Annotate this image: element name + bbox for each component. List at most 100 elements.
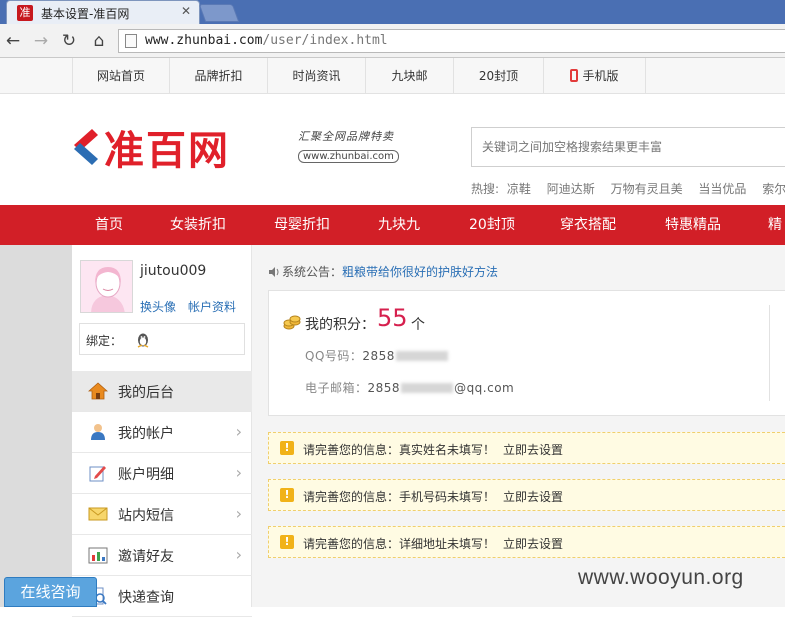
browser-tabstrip: 准 基本设置-准百网 ✕ [0,0,785,24]
menu-label: 邀请好友 [118,549,174,565]
bind-box: 绑定： [79,323,245,355]
nav-20cap[interactable]: 20封顶 [469,205,515,245]
hot-label: 热搜: [471,182,500,196]
toplink-brand[interactable]: 品牌折扣 [170,58,268,94]
toplink-nine[interactable]: 九块邮 [366,58,454,94]
menu-label: 快递查询 [118,590,174,606]
search-input[interactable] [472,128,785,166]
hot-word[interactable]: 当当优品 [698,182,746,196]
hot-word[interactable]: 索尔诺 [762,182,785,196]
url-host: www.zhunbai.com [145,33,263,48]
logo-mark-icon [74,129,98,165]
nav-women[interactable]: 女装折扣 [170,205,226,245]
hot-word[interactable]: 阿迪达斯 [547,182,595,196]
toplink-20cap[interactable]: 20封顶 [454,58,544,94]
nav-deals[interactable]: 特惠精品 [665,205,721,245]
sidebar-item-messages[interactable]: 站内短信 › [72,494,252,535]
home-icon[interactable]: ⌂ [88,30,110,52]
chevron-right-icon: › [235,504,242,523]
nav-nine[interactable]: 九块九 [378,205,420,245]
sidebar-item-invite[interactable]: 邀请好友 › [72,535,252,576]
points-label: 我的积分： [305,317,375,333]
top-links-bar: 网站首页 品牌折扣 时尚资讯 九块邮 20封顶 手机版 [0,58,785,94]
menu-label: 账户明细 [118,467,174,483]
user-icon [91,424,105,440]
new-tab-button[interactable] [198,4,240,22]
qq-label: QQ号码： [305,349,363,363]
site-logo[interactable]: 准百网 [70,122,230,174]
alert-text: 请完善您的信息：真实姓名未填写！ [303,443,496,457]
setup-link[interactable]: 立即去设置 [503,490,563,504]
sidebar-item-account[interactable]: 我的帐户 › [72,412,252,453]
alert-text: 请完善您的信息：手机号码未填写！ [303,490,496,504]
setup-link[interactable]: 立即去设置 [503,537,563,551]
user-sidebar: jiutou009 换头像 帐户资料 绑定： 我的后台 我的帐户 › 账户明细 … [72,245,252,617]
online-consult-button[interactable]: 在线咨询 [4,577,97,607]
alert-message: 请完善您的信息：真实姓名未填写！ 立即去设置 [303,441,563,458]
bind-label: 绑定： [86,334,123,348]
points-unit: 个 [411,317,425,333]
email-label: 电子邮箱： [305,381,368,395]
reload-icon[interactable]: ↻ [58,30,80,52]
sidebar-item-express[interactable]: 快递查询 [72,576,252,617]
nav-home[interactable]: 首页 [95,205,123,245]
qq-line: QQ号码：2858 [305,347,449,364]
qq-penguin-icon[interactable] [136,332,150,348]
alert-message: 请完善您的信息：详细地址未填写！ 立即去设置 [303,535,563,552]
phone-icon [570,69,579,82]
sidebar-menu: 我的后台 我的帐户 › 账户明细 › 站内短信 › 邀请好友 › 快递查询 [72,371,252,617]
nav-baby[interactable]: 母婴折扣 [274,205,330,245]
mail-icon [88,507,108,521]
redacted-blur [395,351,448,361]
back-arrow-icon[interactable]: ← [2,30,24,52]
chevron-right-icon: › [235,422,242,441]
slogan-url: www.zhunbai.com [298,150,399,163]
warning-icon: ! [280,441,294,455]
site-header: 准百网 汇聚全网品牌特卖 www.zhunbai.com 热搜: 凉鞋 阿迪达斯… [0,94,785,205]
avatar[interactable] [80,260,133,313]
forward-arrow-icon[interactable]: → [30,30,52,52]
toplink-label: 时尚资讯 [292,69,341,83]
alert-phone: ! 请完善您的信息：手机号码未填写！ 立即去设置 [268,479,785,511]
warning-icon: ! [280,535,294,549]
hot-word[interactable]: 万物有灵且美 [611,182,683,196]
main-nav: 首页 女装折扣 母婴折扣 九块九 20封顶 穿衣搭配 特惠精品 精彩 [0,205,785,245]
toplink-mobile[interactable]: 手机版 [544,58,646,94]
setup-link[interactable]: 立即去设置 [503,443,563,457]
account-info-link[interactable]: 帐户资料 [188,298,236,315]
slogan-text: 汇聚全网品牌特卖 [298,130,394,143]
url-path: /user/index.html [262,33,388,48]
browser-tab[interactable]: 准 基本设置-准百网 ✕ [6,0,200,24]
divider [769,305,770,401]
edit-icon [89,466,106,482]
slogan: 汇聚全网品牌特卖 www.zhunbai.com [298,128,408,163]
notice-link[interactable]: 粗粮带给你很好的护肤好方法 [342,265,498,279]
email-suffix: @qq.com [454,381,515,395]
chevron-right-icon: › [235,545,242,564]
hot-word[interactable]: 凉鞋 [507,182,531,196]
sidebar-item-dashboard[interactable]: 我的后台 [72,371,252,412]
toplink-label: 20封顶 [478,69,519,83]
toplink-fashion[interactable]: 时尚资讯 [268,58,366,94]
close-icon[interactable]: ✕ [181,4,191,18]
tab-title: 基本设置-准百网 [41,7,130,21]
toplink-home[interactable]: 网站首页 [72,58,170,94]
points-card: 我的积分： 55 个 QQ号码：2858 电子邮箱：2858 @qq.com [268,290,785,416]
speaker-icon [269,267,279,277]
logo-text: 准百网 [104,127,230,174]
system-notice: 系统公告：粗粮带给你很好的护肤好方法 [268,263,498,280]
hot-searches: 热搜: 凉鞋 阿迪达斯 万物有灵且美 当当优品 索尔诺 [471,180,785,197]
notice-label: 系统公告： [282,265,343,279]
url-input[interactable]: www.zhunbai.com/user/index.html [118,29,785,53]
menu-label: 站内短信 [118,508,174,524]
username: jiutou009 [140,263,207,279]
nav-more[interactable]: 精彩 [768,205,785,245]
favicon-icon: 准 [17,5,33,21]
redacted-blur [401,383,454,393]
alert-text: 请完善您的信息：详细地址未填写！ [303,537,496,551]
menu-label: 我的帐户 [118,426,174,442]
alert-address: ! 请完善您的信息：详细地址未填写！ 立即去设置 [268,526,785,558]
nav-outfit[interactable]: 穿衣搭配 [560,205,616,245]
change-avatar-link[interactable]: 换头像 [140,298,176,315]
sidebar-item-details[interactable]: 账户明细 › [72,453,252,494]
